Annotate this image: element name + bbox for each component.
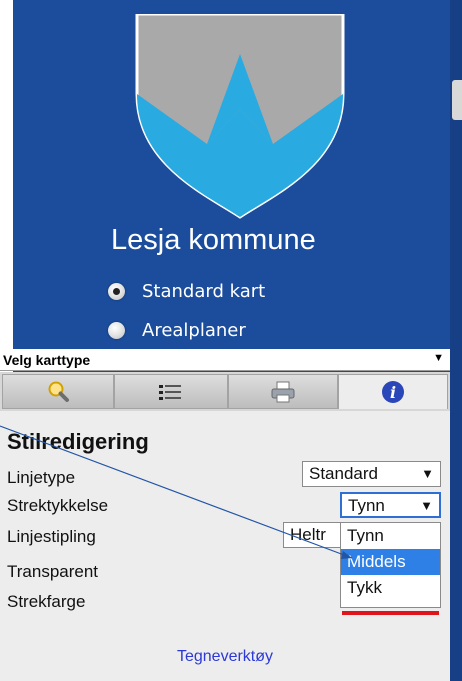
line-type-select[interactable]: Standard ▼ bbox=[302, 461, 441, 487]
chevron-down-icon: ▼ bbox=[420, 498, 433, 513]
line-type-value: Standard bbox=[309, 464, 378, 483]
line-type-label: Linjetype bbox=[7, 468, 76, 487]
line-dash-label: Linjestipling bbox=[7, 527, 96, 546]
panel-title: Stilredigering bbox=[7, 429, 149, 454]
stroke-color-swatch[interactable] bbox=[342, 611, 439, 615]
option-thick[interactable]: Tykk bbox=[341, 575, 440, 601]
option-medium[interactable]: Middels bbox=[341, 549, 440, 575]
info-icon: i bbox=[382, 381, 404, 403]
stroke-width-dropdown: Tynn Middels Tykk bbox=[340, 522, 441, 608]
map-option-label: Standard kart bbox=[142, 280, 266, 302]
tab-search[interactable] bbox=[2, 374, 114, 409]
drawing-tools-link[interactable]: Tegneverktøy bbox=[0, 648, 450, 666]
municipality-name: Lesja kommune bbox=[111, 224, 316, 256]
option-thin[interactable]: Tynn bbox=[341, 523, 440, 549]
coat-of-arms-logo bbox=[135, 14, 345, 219]
tab-print[interactable] bbox=[228, 374, 338, 409]
radio-selected-icon[interactable] bbox=[108, 282, 125, 300]
map-option-zoning[interactable]: Arealplaner bbox=[108, 318, 246, 342]
chevron-down-icon: ▼ bbox=[421, 466, 434, 481]
tool-tabs: i bbox=[0, 372, 450, 411]
legend-icon bbox=[159, 384, 181, 400]
stroke-width-select[interactable]: Tynn ▼ bbox=[340, 492, 441, 518]
printer-icon bbox=[271, 381, 295, 402]
line-dash-value: Heltr bbox=[290, 525, 326, 544]
map-option-standard[interactable]: Standard kart bbox=[108, 279, 265, 303]
stroke-width-label: Strektykkelse bbox=[7, 496, 109, 515]
stroke-color-label: Strekfarge bbox=[7, 592, 86, 611]
map-type-label: Velg karttype bbox=[3, 352, 91, 368]
tab-info[interactable]: i bbox=[338, 374, 448, 409]
chevron-down-icon: ▼ bbox=[433, 352, 444, 364]
transparent-label: Transparent bbox=[7, 562, 99, 581]
tab-legend[interactable] bbox=[114, 374, 228, 409]
svg-text:i: i bbox=[390, 383, 396, 402]
stroke-width-value: Tynn bbox=[348, 496, 385, 515]
search-icon bbox=[48, 381, 69, 402]
map-edge bbox=[450, 0, 462, 681]
radio-unselected-icon[interactable] bbox=[108, 321, 125, 339]
map-type-select[interactable]: Velg karttype ▼ bbox=[0, 349, 450, 371]
collapse-handle[interactable] bbox=[452, 80, 462, 120]
map-option-label: Arealplaner bbox=[142, 319, 246, 341]
line-dash-select[interactable]: Heltr bbox=[283, 522, 343, 548]
